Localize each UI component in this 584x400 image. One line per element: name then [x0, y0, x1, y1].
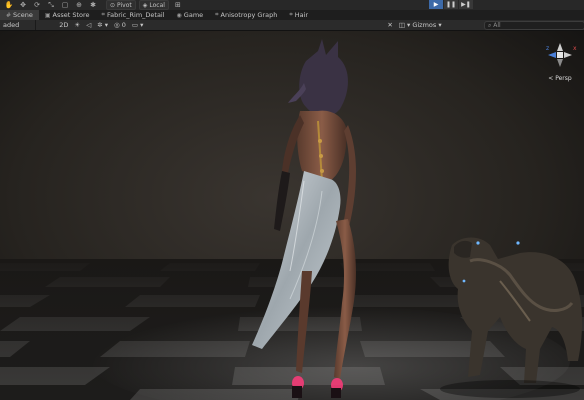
- search-placeholder: All: [493, 22, 501, 29]
- scene-viewport[interactable]: z x < Persp: [0, 31, 584, 400]
- pivot-toggle[interactable]: ⊙ Pivot: [106, 0, 136, 10]
- scene-render: [0, 31, 584, 400]
- rotate-tool-icon[interactable]: ⟳: [32, 0, 42, 10]
- gizmos-dropdown[interactable]: ◫ ▾ Gizmos ▾: [396, 20, 445, 30]
- scene-toolbar: aded 2D ☀ ◁ ✲ ▾ ◎ 0 ▭ ▾ ✕ ◫ ▾ Gizmos ▾ ⌕…: [0, 20, 584, 31]
- pause-button[interactable]: ❚❚: [444, 0, 458, 9]
- camera-dropdown-icon[interactable]: ▭ ▾: [129, 20, 146, 30]
- graph-icon: ⌗: [215, 11, 219, 18]
- gamepad-icon: ◉: [176, 11, 182, 19]
- graph-icon: ⌗: [101, 11, 105, 18]
- step-button[interactable]: ▶❚: [459, 0, 473, 9]
- tab-scene[interactable]: # Scene: [0, 10, 39, 20]
- tools-icon[interactable]: ✕: [384, 20, 395, 30]
- tab-asset-store[interactable]: ▣ Asset Store: [39, 10, 96, 20]
- move-tool-icon[interactable]: ✥: [18, 0, 28, 10]
- grid-icon: #: [6, 11, 12, 19]
- projection-toggle[interactable]: < Persp: [540, 75, 580, 82]
- tab-hair[interactable]: ⌗ Hair: [283, 10, 314, 20]
- scale-tool-icon[interactable]: ⤡: [46, 0, 56, 10]
- bag-icon: ▣: [44, 11, 51, 19]
- shading-mode-dropdown[interactable]: aded: [0, 20, 37, 30]
- gizmos-label: Gizmos: [412, 21, 437, 29]
- effects-dropdown-icon[interactable]: ✲ ▾: [94, 20, 111, 30]
- gizmos-icon: ◫ ▾: [398, 21, 413, 29]
- local-toggle[interactable]: ◈ Local: [138, 0, 169, 10]
- graph-icon: ⌗: [289, 11, 293, 18]
- axis-gizmo-icon: z x: [546, 43, 577, 67]
- tab-label: Fabric_Rim_Detail: [106, 11, 165, 19]
- custom-tool-icon[interactable]: ✱: [88, 0, 98, 10]
- toggle-2d[interactable]: 2D: [56, 20, 71, 30]
- main-toolbar: ✋ ✥ ⟳ ⤡ ▢ ⊕ ✱ ⊙ Pivot ◈ Local ⊞ ▶ ❚❚ ▶❚: [0, 0, 584, 10]
- tab-anisotropy-graph[interactable]: ⌗ Anisotropy Graph: [209, 10, 283, 20]
- z-axis-label: z: [546, 45, 549, 52]
- lighting-toggle-icon[interactable]: ☀: [71, 20, 83, 30]
- tab-fabric-rim-detail[interactable]: ⌗ Fabric_Rim_Detail: [96, 10, 171, 20]
- hand-tool-icon[interactable]: ✋: [4, 0, 14, 10]
- pivot-label: Pivot: [117, 1, 132, 9]
- local-label: Local: [149, 1, 165, 9]
- tab-label: Scene: [13, 11, 33, 19]
- shading-mode-label: aded: [3, 21, 20, 29]
- local-icon: ◈: [142, 1, 148, 9]
- tab-label: Anisotropy Graph: [220, 11, 278, 19]
- tab-game[interactable]: ◉ Game: [171, 10, 210, 20]
- pause-icon: ❚❚: [445, 1, 457, 8]
- play-controls: ▶ ❚❚ ▶❚: [429, 0, 474, 10]
- grid-snap-icon[interactable]: ⊞: [173, 0, 183, 10]
- transform-tool-icon[interactable]: ⊕: [74, 0, 84, 10]
- 2d-label: 2D: [59, 21, 69, 29]
- tab-label: Asset Store: [52, 11, 90, 19]
- chevron-down-icon: ▾: [436, 21, 442, 29]
- view-orientation-gizmo[interactable]: z x < Persp: [540, 35, 580, 87]
- tab-label: Game: [183, 11, 204, 19]
- hidden-objects-icon[interactable]: ◎ 0: [111, 20, 129, 30]
- hierarchy-search-input[interactable]: ⌕ All: [484, 21, 584, 30]
- step-icon: ▶❚: [461, 1, 471, 8]
- pivot-icon: ⊙: [110, 1, 116, 9]
- x-axis-label: x: [573, 45, 577, 52]
- audio-toggle-icon[interactable]: ◁: [83, 20, 94, 30]
- play-button[interactable]: ▶: [429, 0, 443, 9]
- play-icon: ▶: [433, 1, 439, 8]
- tab-label: Hair: [294, 11, 309, 19]
- rect-tool-icon[interactable]: ▢: [60, 0, 70, 10]
